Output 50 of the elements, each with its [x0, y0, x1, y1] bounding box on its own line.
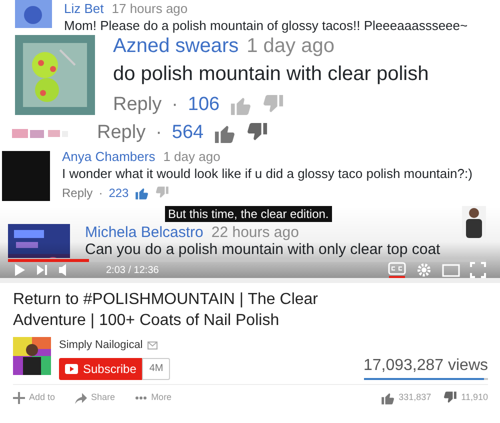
- comment-text: I wonder what it would look like if u did a glossy taco polish mountain?:): [62, 165, 472, 182]
- author-name[interactable]: Michela Belcastro: [85, 224, 204, 241]
- time-display: 2:03 / 12:36: [106, 264, 159, 278]
- add-button[interactable]: Add to: [13, 390, 56, 404]
- more-button[interactable]: More: [135, 390, 172, 404]
- reply-link[interactable]: Reply: [97, 120, 146, 146]
- share-icon: [75, 392, 88, 404]
- view-count: 17,093,287 views: [363, 356, 488, 376]
- plus-icon: [13, 392, 25, 404]
- fullscreen-icon[interactable]: [470, 262, 486, 278]
- separator-dot: ·: [172, 93, 178, 117]
- like-count: 564: [172, 121, 204, 145]
- theater-icon[interactable]: [442, 262, 460, 278]
- subscribe-button[interactable]: Subscribe: [59, 358, 142, 380]
- comment-time: 22 hours ago: [211, 224, 299, 241]
- like-count: 331,837: [398, 390, 432, 404]
- envelope-icon: [146, 340, 158, 350]
- dislike-count: 11,910: [461, 390, 488, 404]
- thumbs-up-icon[interactable]: [380, 390, 395, 404]
- volume-icon[interactable]: [58, 263, 68, 277]
- comment-time: 1 day ago: [246, 34, 334, 59]
- comment-time: 17 hours ago: [112, 0, 188, 17]
- play-icon[interactable]: [14, 263, 26, 277]
- comment-text: do polish mountain with clear polish: [113, 62, 429, 87]
- subscriber-count: 4M: [142, 358, 170, 380]
- share-button[interactable]: Share: [75, 390, 116, 404]
- settings-icon[interactable]: [416, 262, 432, 278]
- reply-link[interactable]: Reply: [113, 92, 162, 118]
- separator-dot: ·: [156, 121, 162, 145]
- comment-time: 1 day ago: [163, 148, 220, 165]
- captions-icon[interactable]: [388, 262, 406, 278]
- author-name[interactable]: Anya Chambers: [62, 148, 156, 165]
- avatar-icon: [2, 151, 50, 201]
- comment-text: Mom! Please do a polish mountain of glossy tacos!! Pleeeaaassseee~: [64, 17, 468, 34]
- author-name[interactable]: Liz Bet: [64, 0, 104, 17]
- thumbs-down-icon[interactable]: [443, 390, 458, 404]
- separator-dot: ·: [98, 185, 103, 201]
- avatar-icon: [15, 0, 52, 28]
- like-count: 223: [108, 185, 129, 201]
- channel-name[interactable]: Simply Nailogical: [59, 337, 143, 354]
- play-logo-icon: [65, 364, 78, 374]
- caption-text: But this time, the clear edition.: [165, 206, 332, 222]
- reply-link[interactable]: Reply: [62, 185, 93, 201]
- thumbs-down-icon[interactable]: [154, 186, 169, 200]
- like-count: 106: [188, 93, 220, 117]
- video-title: Return to #POLISHMOUNTAIN | The Clear Adventure | 100+ Coats of Nail Polish: [13, 290, 319, 331]
- author-name[interactable]: Azned swears: [113, 32, 239, 60]
- next-icon[interactable]: [36, 264, 48, 276]
- comment-text: Can you do a polish mountain with only clear top coat: [85, 241, 440, 258]
- thumbs-up-icon[interactable]: [134, 186, 149, 200]
